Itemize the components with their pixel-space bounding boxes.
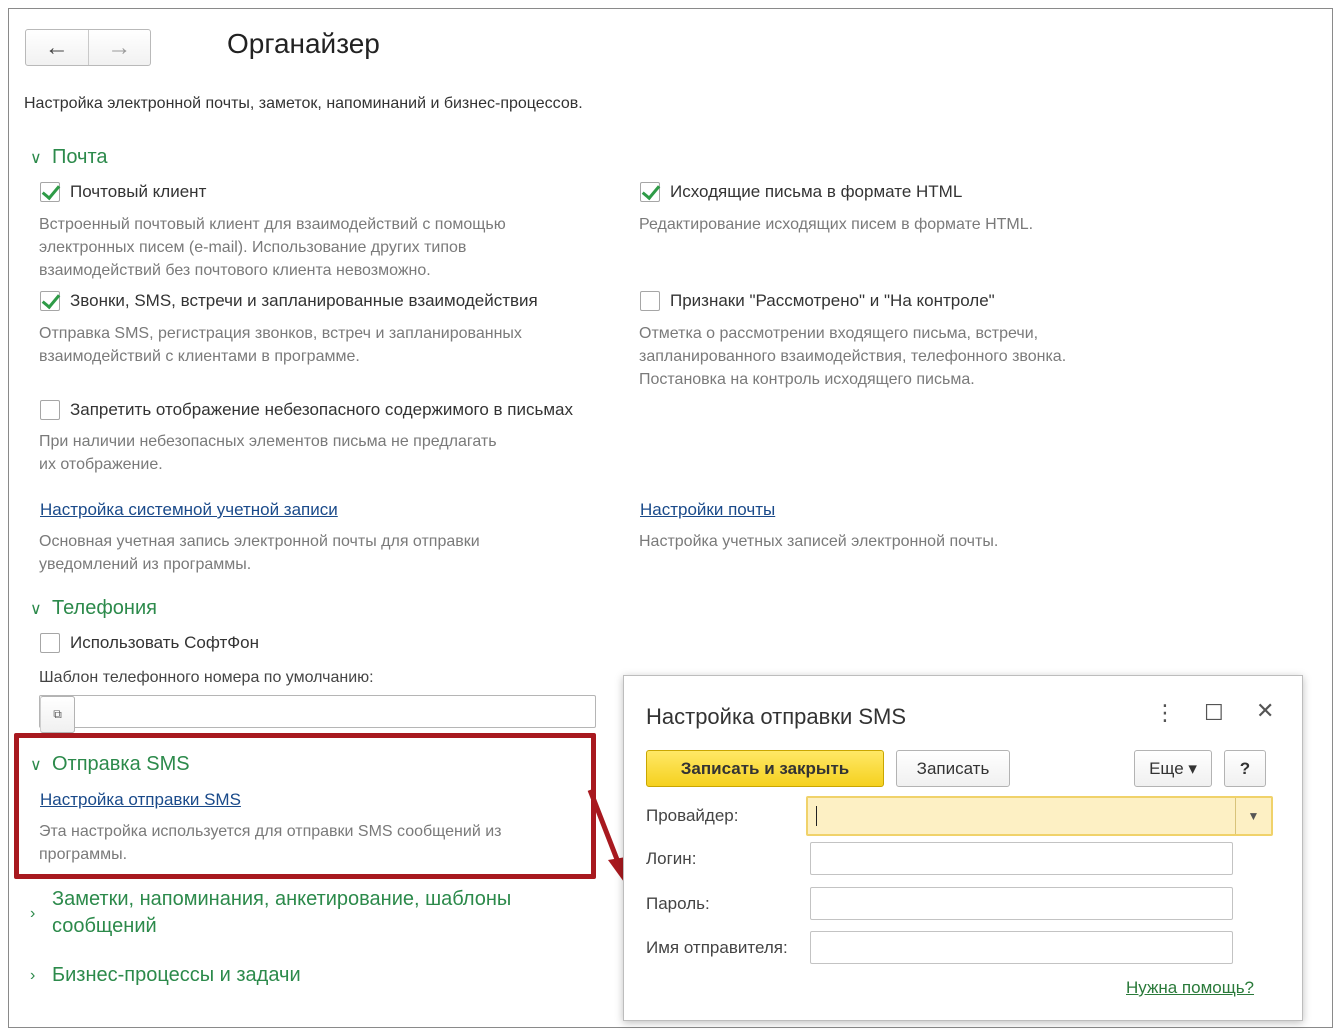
- sms-settings-dialog: Настройка отправки SMS ⋮ ☐ ✕ Записать и …: [623, 675, 1303, 1021]
- checkbox-unchecked-icon[interactable]: [40, 633, 60, 653]
- section-notes[interactable]: › Заметки, напоминания, анкетирование, ш…: [30, 886, 511, 940]
- navigation-buttons: ← →: [25, 29, 151, 66]
- desc-line: программы.: [39, 846, 128, 863]
- open-form-icon[interactable]: ⧉: [40, 696, 75, 733]
- section-notes-line: Заметки, напоминания, анкетирование, шаб…: [52, 888, 512, 910]
- mail-client-description: Встроенный почтовый клиент для взаимодей…: [39, 213, 506, 282]
- sender-label: Имя отправителя:: [646, 938, 788, 957]
- login-label: Логин:: [646, 849, 697, 868]
- section-bp[interactable]: › Бизнес-процессы и задачи: [30, 964, 301, 987]
- html-letters-label: Исходящие письма в формате HTML: [670, 182, 963, 201]
- system-account-link[interactable]: Настройка системной учетной записи: [40, 500, 338, 520]
- checkbox-checked-icon[interactable]: [40, 291, 60, 311]
- phone-template-label: Шаблон телефонного номера по умолчанию:: [39, 669, 374, 686]
- calls-checkbox[interactable]: Звонки, SMS, встречи и запланированные в…: [40, 291, 538, 311]
- arrow-right-icon: →: [107, 33, 132, 61]
- close-icon[interactable]: ✕: [1256, 698, 1274, 724]
- password-field[interactable]: [810, 887, 1233, 920]
- desc-line: Постановка на контроль исходящего письма…: [639, 371, 975, 388]
- provider-field[interactable]: ▼: [806, 796, 1273, 836]
- checkbox-checked-icon[interactable]: [40, 182, 60, 202]
- calls-label: Звонки, SMS, встречи и запланированные в…: [70, 291, 538, 310]
- more-button[interactable]: Еще ▾: [1134, 750, 1212, 787]
- help-button[interactable]: ?: [1224, 750, 1266, 787]
- mail-settings-link[interactable]: Настройки почты: [640, 500, 775, 520]
- forward-button[interactable]: →: [87, 30, 151, 65]
- page-title: Органайзер: [227, 28, 380, 59]
- sms-description: Эта настройка используется для отправки …: [39, 820, 501, 866]
- checkbox-unchecked-icon[interactable]: [40, 400, 60, 420]
- unsafe-content-label: Запретить отображение небезопасного соде…: [70, 400, 574, 419]
- phone-template-input[interactable]: [40, 696, 595, 727]
- page-subtitle: Настройка электронной почты, заметок, на…: [24, 95, 583, 112]
- chevron-down-icon: ∨: [30, 756, 42, 774]
- desc-line: Отметка о рассмотрении входящего письма,…: [639, 325, 1039, 342]
- desc-line: взаимодействий с клиентами в программе.: [39, 348, 360, 365]
- section-telephony[interactable]: ∨ Телефония: [30, 597, 157, 620]
- dialog-title: Настройка отправки SMS: [646, 704, 907, 729]
- arrow-left-icon: ←: [44, 33, 69, 61]
- section-bp-title: Бизнес-процессы и задачи: [52, 964, 301, 986]
- login-field[interactable]: [810, 842, 1233, 875]
- desc-line: запланированного взаимодействия, телефон…: [639, 348, 1067, 365]
- mail-settings-description: Настройка учетных записей электронной по…: [639, 533, 999, 550]
- section-mail-title: Почта: [52, 146, 108, 168]
- password-label: Пароль:: [646, 894, 710, 913]
- section-sms[interactable]: ∨ Отправка SMS: [30, 753, 190, 776]
- flags-description: Отметка о рассмотрении входящего письма,…: [639, 322, 1066, 391]
- softphone-label: Использовать СофтФон: [70, 633, 260, 652]
- flags-checkbox[interactable]: Признаки "Рассмотрено" и "На контроле": [640, 291, 995, 311]
- desc-line: взаимодействий без почтового клиента нев…: [39, 262, 431, 279]
- flags-label: Признаки "Рассмотрено" и "На контроле": [670, 291, 995, 310]
- desc-line: Основная учетная запись электронной почт…: [39, 533, 480, 550]
- dropdown-arrow-icon[interactable]: ▼: [1235, 798, 1271, 834]
- save-and-close-button[interactable]: Записать и закрыть: [646, 750, 884, 787]
- help-link[interactable]: Нужна помощь?: [1126, 978, 1254, 998]
- desc-line: Встроенный почтовый клиент для взаимодей…: [39, 216, 506, 233]
- section-sms-title: Отправка SMS: [52, 753, 190, 775]
- softphone-checkbox[interactable]: Использовать СофтФон: [40, 633, 259, 653]
- maximize-icon[interactable]: ☐: [1204, 700, 1224, 726]
- back-button[interactable]: ←: [26, 30, 88, 65]
- desc-line: электронных писем (e-mail). Использовани…: [39, 239, 467, 256]
- html-letters-checkbox[interactable]: Исходящие письма в формате HTML: [640, 182, 962, 202]
- checkbox-unchecked-icon[interactable]: [640, 291, 660, 311]
- mail-client-checkbox[interactable]: Почтовый клиент: [40, 182, 206, 202]
- desc-line: уведомлений из программы.: [39, 556, 252, 573]
- calls-description: Отправка SMS, регистрация звонков, встре…: [39, 322, 522, 368]
- more-vertical-icon[interactable]: ⋮: [1154, 700, 1176, 726]
- chevron-right-icon: ›: [30, 904, 36, 922]
- desc-line: Отправка SMS, регистрация звонков, встре…: [39, 325, 522, 342]
- system-account-description: Основная учетная запись электронной почт…: [39, 530, 480, 576]
- section-mail[interactable]: ∨ Почта: [30, 146, 108, 169]
- provider-label: Провайдер:: [646, 806, 739, 825]
- text-cursor: [816, 806, 817, 826]
- section-notes-line: сообщений: [52, 915, 157, 937]
- chevron-down-icon: ∨: [30, 149, 42, 167]
- save-button[interactable]: Записать: [896, 750, 1010, 787]
- desc-line: их отображение.: [39, 456, 163, 473]
- phone-template-field[interactable]: ▼ ⧉: [39, 695, 596, 733]
- unsafe-content-description: При наличии небезопасных элементов письм…: [39, 430, 497, 476]
- sender-field[interactable]: [810, 931, 1233, 964]
- sms-settings-link[interactable]: Настройка отправки SMS: [40, 790, 241, 810]
- section-telephony-title: Телефония: [52, 597, 157, 619]
- desc-line: Эта настройка используется для отправки …: [39, 823, 502, 840]
- chevron-right-icon: ›: [30, 966, 36, 984]
- unsafe-content-checkbox[interactable]: Запретить отображение небезопасного соде…: [40, 400, 573, 420]
- checkbox-checked-icon[interactable]: [640, 182, 660, 202]
- desc-line: При наличии небезопасных элементов письм…: [39, 433, 497, 450]
- html-letters-description: Редактирование исходящих писем в формате…: [639, 216, 1034, 233]
- section-notes-title: Заметки, напоминания, анкетирование, шаб…: [52, 886, 511, 940]
- chevron-down-icon: ∨: [30, 600, 42, 618]
- mail-client-label: Почтовый клиент: [70, 182, 207, 201]
